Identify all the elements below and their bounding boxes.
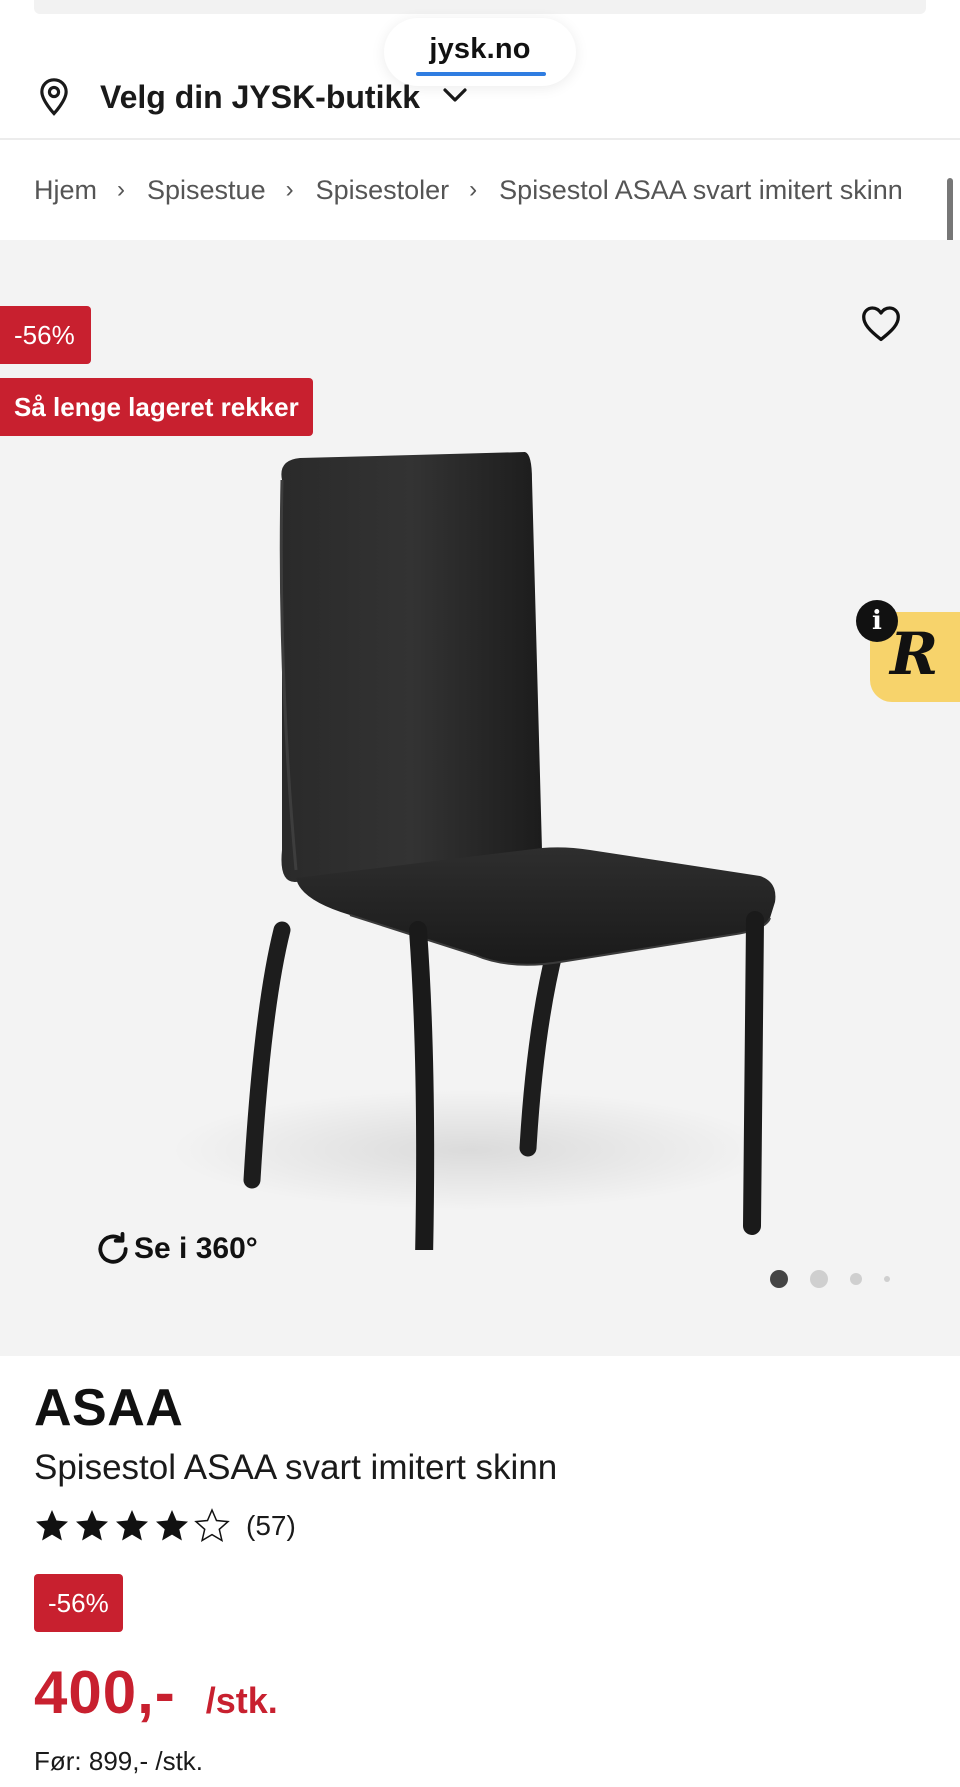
breadcrumb-item-home[interactable]: Hjem [34,175,97,206]
view-360-label: Se i 360° [134,1232,258,1265]
review-widget-logo: R [890,620,939,688]
gallery-dot[interactable] [850,1273,862,1285]
price-amount: 400,- [34,1659,176,1726]
discount-badge: -56% [0,306,91,364]
product-rating[interactable]: (57) [34,1508,296,1544]
breadcrumb: Hjem › Spisestue › Spisestoler › Spisest… [0,140,960,240]
store-selector-label: Velg din JYSK-butikk [100,78,421,115]
gallery-dot-active[interactable] [770,1270,788,1288]
before-price: Før: 899,- /stk. [34,1746,204,1776]
breadcrumb-separator: › [285,176,294,203]
gallery-pagination [770,1270,912,1288]
breadcrumb-item-spisestue[interactable]: Spisestue [147,175,266,206]
product-gallery[interactable]: -56% Så lenge lageret rekker Se i 360° [0,240,960,1356]
product-info: ASAA Spisestol ASAA svart imitert skinn … [0,1356,960,1787]
page-load-progress [416,72,546,76]
product-image-chair [170,452,776,1250]
breadcrumb-item-spisestoler[interactable]: Spisestoler [316,175,450,206]
product-brand: ASAA [34,1379,184,1437]
breadcrumb-item-current: Spisestol ASAA svart imitert skinn [499,174,903,205]
breadcrumb-separator: › [469,176,478,203]
price-discount-badge: -56% [34,1574,123,1632]
gallery-dot[interactable] [884,1276,890,1282]
browser-top-strip [34,0,926,14]
price: 400,- /stk. [34,1658,278,1727]
rotate-360-icon [98,1232,128,1264]
favorite-heart-icon[interactable] [860,304,902,342]
price-unit: /stk. [205,1680,278,1721]
info-icon[interactable]: i [856,600,898,642]
url-text: jysk.no [429,32,531,65]
product-name: Spisestol ASAA svart imitert skinn [34,1448,558,1487]
review-count: (57) [246,1510,296,1541]
star-rating-icon [36,1509,229,1542]
chevron-down-icon [443,88,467,102]
breadcrumb-separator: › [117,176,126,203]
view-360-button[interactable]: Se i 360° [94,1230,258,1268]
gallery-dot[interactable] [810,1270,828,1288]
location-pin-icon [40,78,68,116]
browser-url-bar[interactable]: jysk.no [384,18,576,86]
